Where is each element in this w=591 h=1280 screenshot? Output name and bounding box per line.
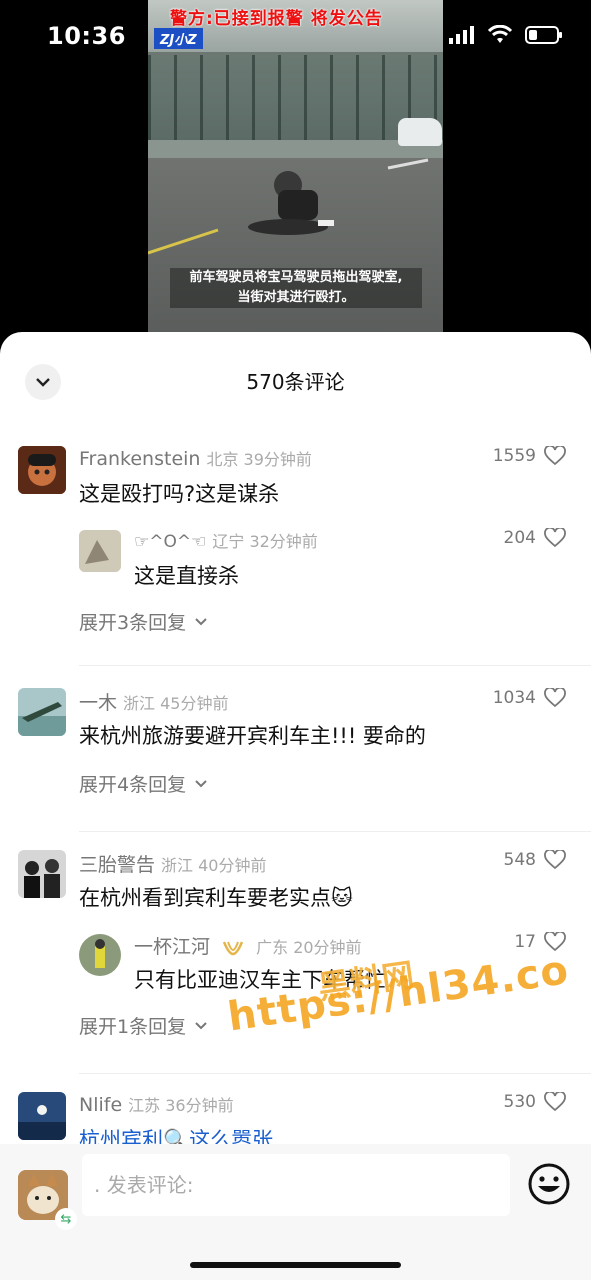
comment-item: 一木 浙江 45分钟前 1034 来杭州旅游要避开宾利车主!!! 要命的 展开4条…: [0, 670, 591, 832]
reply-location-time: 辽宁 32分钟前: [212, 532, 318, 551]
video-scene-car: [398, 118, 442, 146]
comment-username[interactable]: Nlife: [79, 1094, 122, 1116]
reply-avatar[interactable]: [79, 934, 121, 976]
like-count: 204: [503, 528, 536, 548]
expand-replies-label: 展开1条回复: [79, 1016, 187, 1038]
comment-username[interactable]: Frankenstein: [79, 448, 200, 470]
like-button[interactable]: 17: [514, 932, 566, 952]
expand-replies-button[interactable]: 展开3条回复: [79, 608, 208, 635]
chevron-down-icon: [195, 618, 207, 626]
divider: [79, 665, 591, 666]
reply-text: 只有比亚迪汉车主下车帮忙: [134, 968, 386, 992]
like-button[interactable]: 530: [504, 1092, 566, 1112]
expand-replies-label: 展开4条回复: [79, 774, 187, 796]
comments-sheet: 570条评论 Frankenstein 北京 39分钟前 1559 这是殴打吗?这…: [0, 332, 591, 1280]
reply-meta: 一杯江河 广东 20分钟前: [134, 932, 362, 959]
comment-meta: Frankenstein 北京 39分钟前: [79, 446, 312, 470]
wifi-icon: [487, 25, 513, 43]
battery-icon: [525, 26, 562, 44]
video-subtitle-line: 当街对其进行殴打。: [237, 290, 355, 305]
comment-input[interactable]: . 发表评论:: [82, 1154, 510, 1216]
like-count: 548: [503, 850, 536, 870]
like-count: 1559: [492, 446, 536, 466]
expand-replies-label: 展开3条回复: [79, 612, 187, 634]
comment-text: 来杭州旅游要避开宾利车主!!! 要命的: [79, 724, 426, 748]
status-time: 10:36: [47, 22, 126, 50]
reply-meta: ☞^O^☜ 辽宁 32分钟前: [134, 528, 318, 552]
expand-replies-button[interactable]: 展开4条回复: [79, 770, 208, 797]
avatar[interactable]: [18, 688, 66, 736]
expand-replies-button[interactable]: 展开1条回复: [79, 1012, 208, 1039]
comment-text: 这是殴打吗?这是谋杀: [79, 482, 280, 506]
comment-location-time: 北京 39分钟前: [206, 450, 312, 469]
heart-icon: [544, 932, 566, 952]
like-button[interactable]: 1559: [493, 446, 566, 466]
comment-meta: Nlife 江苏 36分钟前: [79, 1092, 234, 1116]
video-subtitle-line: 前车驾驶员将宝马驾驶员拖出驾驶室,: [189, 270, 403, 285]
avatar[interactable]: [18, 446, 66, 494]
status-icons: [449, 25, 563, 45]
comment-text: 杭州宾利🔍这么嚣张: [79, 1128, 274, 1144]
comments-count-title: 570条评论: [246, 370, 345, 394]
like-count: 530: [503, 1092, 536, 1112]
chevron-down-icon: [195, 1022, 207, 1030]
avatar[interactable]: [18, 850, 66, 898]
reply-username[interactable]: 一杯江河: [134, 936, 210, 958]
heart-icon: [544, 1092, 566, 1112]
video-scene-people: [248, 171, 334, 235]
comment-text: 在杭州看到宾利车要老实点🐱: [79, 886, 353, 910]
reply-location-time: 广东 20分钟前: [256, 938, 362, 957]
comment-location-time: 江苏 36分钟前: [128, 1096, 234, 1115]
like-button[interactable]: 548: [504, 850, 566, 870]
reply-text: 这是直接杀: [134, 564, 239, 588]
avatar[interactable]: [18, 1092, 66, 1140]
home-indicator[interactable]: [190, 1262, 401, 1268]
heart-icon: [544, 528, 566, 548]
comment-input-bar: ⇆ . 发表评论:: [0, 1144, 591, 1280]
comment-item: Nlife 江苏 36分钟前 530 杭州宾利🔍这么嚣张: [0, 1074, 591, 1144]
heart-icon: [544, 850, 566, 870]
comments-header: 570条评论: [0, 332, 591, 428]
heart-icon: [544, 688, 566, 708]
comment-username[interactable]: 三胎警告: [79, 854, 155, 876]
heart-icon: [544, 446, 566, 466]
comment-location-time: 浙江 45分钟前: [123, 694, 229, 713]
comment-meta: 一木 浙江 45分钟前: [79, 688, 228, 715]
like-count: 17: [514, 932, 536, 952]
badge-icon: [222, 941, 244, 955]
comment-item: 三胎警告 浙江 40分钟前 548 在杭州看到宾利车要老实点🐱 一杯江河 广东 2…: [0, 832, 591, 1074]
chevron-down-icon: [195, 780, 207, 788]
comment-item: Frankenstein 北京 39分钟前 1559 这是殴打吗?这是谋杀 ☞^O…: [0, 428, 591, 666]
like-count: 1034: [492, 688, 536, 708]
switch-account-icon[interactable]: ⇆: [55, 1208, 77, 1230]
like-button[interactable]: 204: [504, 528, 566, 548]
status-bar: 10:36: [0, 0, 591, 75]
reply-avatar[interactable]: [79, 530, 121, 572]
comment-list[interactable]: Frankenstein 北京 39分钟前 1559 这是殴打吗?这是谋杀 ☞^O…: [0, 428, 591, 1144]
cellular-signal-icon: [449, 26, 474, 44]
comment-username[interactable]: 一木: [79, 692, 117, 714]
like-button[interactable]: 1034: [493, 688, 566, 708]
comment-location-time: 浙江 40分钟前: [161, 856, 267, 875]
video-subtitle: 前车驾驶员将宝马驾驶员拖出驾驶室, 当街对其进行殴打。: [170, 268, 422, 308]
comment-meta: 三胎警告 浙江 40分钟前: [79, 850, 266, 877]
reply-username[interactable]: ☞^O^☜: [134, 532, 206, 552]
emoji-icon[interactable]: [527, 1162, 571, 1206]
